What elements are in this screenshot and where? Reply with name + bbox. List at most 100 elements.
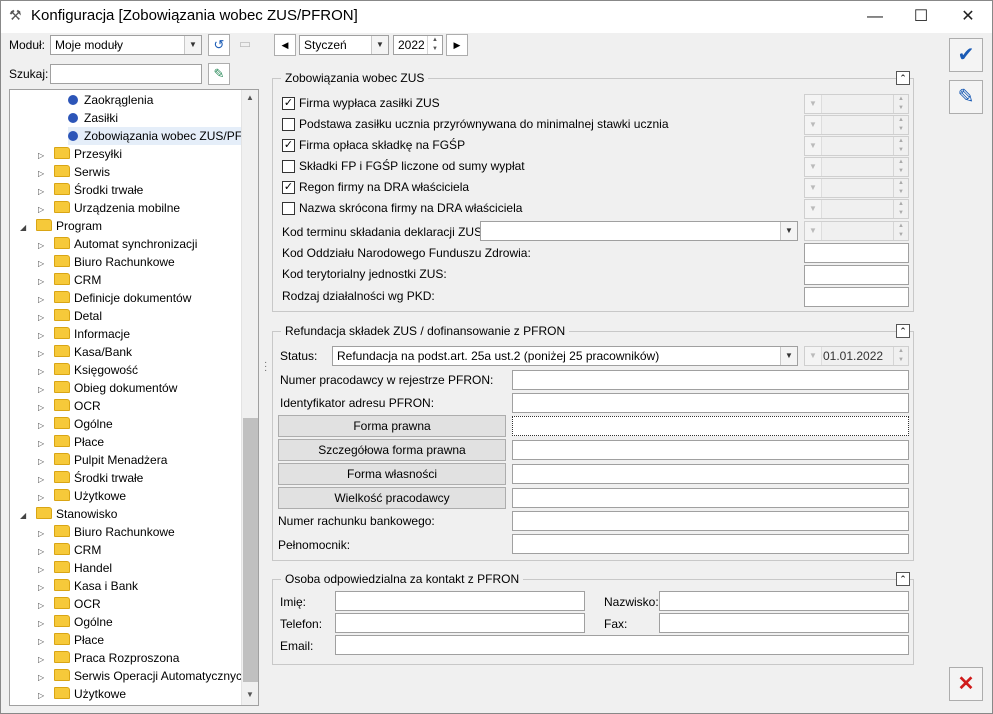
scroll-down-icon[interactable]: ▼: [242, 687, 258, 703]
zus-checkbox-label[interactable]: Nazwa skrócona firmy na DRA właściciela: [299, 201, 522, 215]
pelnomocnik-input[interactable]: [512, 534, 909, 554]
nazwisko-input[interactable]: [659, 591, 909, 611]
module-action-icon[interactable]: ↺: [208, 34, 230, 56]
tree-scrollbar[interactable]: ▲ ▼: [241, 90, 258, 705]
tree-item[interactable]: ▷ Biuro Rachunkowe: [38, 253, 175, 271]
tree-item[interactable]: ▷ Kasa i Bank: [38, 577, 138, 595]
app-icon: ⚒: [9, 7, 22, 23]
tree-item[interactable]: ▷ Urządzenia mobilne: [38, 199, 180, 217]
szczegolowa-forma-prawna-button[interactable]: Szczegółowa forma prawna: [278, 439, 506, 461]
chevron-down-icon[interactable]: ▼: [780, 222, 797, 240]
tree-item[interactable]: ◢ Stanowisko: [20, 505, 117, 523]
zus-checkbox[interactable]: ✓: [282, 97, 295, 110]
tree-item[interactable]: Zasiłki: [68, 109, 118, 127]
save-button[interactable]: ✔: [949, 38, 983, 72]
tree-item[interactable]: ▷ Serwis Operacji Automatycznych: [38, 667, 249, 685]
tree-item[interactable]: ▷ Płace: [38, 433, 104, 451]
year-spin-buttons[interactable]: ▲ ▼: [427, 36, 442, 54]
tree-item[interactable]: ▷ Pulpit Menadżera: [38, 451, 167, 469]
minimize-button[interactable]: —: [852, 1, 898, 33]
szczegolowa-forma-prawna-input[interactable]: [512, 440, 909, 460]
tree-item[interactable]: ▷ CRM: [38, 271, 101, 289]
scroll-up-icon[interactable]: ▲: [242, 90, 258, 106]
tree-item[interactable]: ▷ Informacje: [38, 325, 130, 343]
forma-wlasnosci-input[interactable]: [512, 464, 909, 484]
kod-terminu-select[interactable]: ▼: [480, 221, 798, 241]
tree-item[interactable]: ▷ Detal: [38, 307, 102, 325]
expanded-arrow-icon[interactable]: ◢: [20, 219, 30, 237]
collapse-contact-icon[interactable]: ⌃: [896, 572, 910, 586]
status-select[interactable]: Refundacja na podst.art. 25a ust.2 (poni…: [332, 346, 798, 366]
close-window-button[interactable]: ✕: [945, 1, 991, 33]
cancel-button[interactable]: ✕: [949, 667, 983, 701]
chevron-down-icon[interactable]: ▼: [780, 347, 797, 365]
tree-item[interactable]: ▷ OCR: [38, 397, 101, 415]
zus-checkbox[interactable]: ✓: [282, 139, 295, 152]
zus-checkbox-label[interactable]: Firma wypłaca zasiłki ZUS: [299, 96, 440, 110]
zus-checkbox-label[interactable]: Regon firmy na DRA właściciela: [299, 180, 469, 194]
forma-prawna-button[interactable]: Forma prawna: [278, 415, 506, 437]
expand-arrow-icon[interactable]: ▷: [38, 687, 48, 705]
email-input[interactable]: [335, 635, 909, 655]
tree-item[interactable]: ▷ Praca Rozproszona: [38, 649, 179, 667]
tree-item[interactable]: ▷ Biuro Rachunkowe: [38, 523, 175, 541]
kod-nfz-input[interactable]: [804, 243, 909, 263]
maximize-button[interactable]: ☐: [898, 1, 944, 33]
tree-item[interactable]: ▷ OCR: [38, 595, 101, 613]
identyfikator-input[interactable]: [512, 393, 909, 413]
zus-checkbox[interactable]: ✓: [282, 181, 295, 194]
fax-input[interactable]: [659, 613, 909, 633]
tree-item[interactable]: ▷ Serwis: [38, 163, 110, 181]
wielkosc-pracodawcy-input[interactable]: [512, 488, 909, 508]
chevron-down-icon[interactable]: ▼: [371, 36, 388, 54]
forma-wlasnosci-button[interactable]: Forma własności: [278, 463, 506, 485]
zus-checkbox-label[interactable]: Składki FP i FGŚP liczone od sumy wypłat: [299, 159, 525, 173]
tree-item[interactable]: ▷ Środki trwałe: [38, 469, 143, 487]
edit-button[interactable]: ✎: [949, 80, 983, 114]
telefon-input[interactable]: [335, 613, 585, 633]
numer-pracodawcy-input[interactable]: [512, 370, 909, 390]
collapse-zus-icon[interactable]: ⌃: [896, 71, 910, 85]
tree-item[interactable]: Zobowiązania wobec ZUS/PF...: [68, 127, 255, 145]
tree-item[interactable]: ▷ Płace: [38, 631, 104, 649]
tree-item[interactable]: ▷ Użytkowe: [38, 487, 126, 505]
year-spinner[interactable]: 2022 ▲ ▼: [393, 35, 443, 55]
next-period-button[interactable]: ▶: [446, 34, 468, 56]
zus-checkbox-label[interactable]: Firma opłaca składkę na FGŚP: [299, 138, 465, 152]
tree-item[interactable]: ▷ Definicje dokumentów: [38, 289, 191, 307]
zus-checkbox-label[interactable]: Podstawa zasiłku ucznia przyrównywana do…: [299, 117, 669, 131]
tree-item[interactable]: Zaokrąglenia: [68, 91, 153, 109]
prev-period-button[interactable]: ◀: [274, 34, 296, 56]
imie-input[interactable]: [335, 591, 585, 611]
tree-item[interactable]: ▷ Ogólne: [38, 415, 113, 433]
pkd-input[interactable]: [804, 287, 909, 307]
module-select[interactable]: Moje moduły ▼: [50, 35, 202, 55]
zus-checkbox[interactable]: [282, 160, 295, 173]
rachunek-input[interactable]: [512, 511, 909, 531]
kod-zus-input[interactable]: [804, 265, 909, 285]
forma-prawna-input[interactable]: [512, 416, 909, 436]
tree-item[interactable]: ▷ Przesyłki: [38, 145, 122, 163]
tree-item[interactable]: ▷ Ogólne: [38, 613, 113, 631]
tree-item[interactable]: ▷ Użytkowe: [38, 685, 126, 703]
tree-item[interactable]: ▷ CRM: [38, 541, 101, 559]
expanded-arrow-icon[interactable]: ◢: [20, 507, 30, 525]
search-brush-icon[interactable]: ✎: [208, 63, 230, 85]
tree-item[interactable]: ▷ Handel: [38, 559, 112, 577]
wielkosc-pracodawcy-button[interactable]: Wielkość pracodawcy: [278, 487, 506, 509]
tree-item[interactable]: ◢ Program: [20, 217, 102, 235]
tree-item[interactable]: ▷ Obieg dokumentów: [38, 379, 177, 397]
tree-item[interactable]: ▷ Automat synchronizacji: [38, 235, 197, 253]
search-input[interactable]: [50, 64, 202, 84]
scroll-thumb[interactable]: [243, 418, 258, 682]
zus-checkbox[interactable]: [282, 202, 295, 215]
zus-checkbox[interactable]: [282, 118, 295, 131]
splitter-grip-icon[interactable]: · · ·: [264, 358, 268, 376]
chevron-down-icon[interactable]: ▼: [184, 36, 201, 54]
tree-item[interactable]: ▷ Księgowość: [38, 361, 138, 379]
contact-group-title: Osoba odpowiedzialna za kontakt z PFRON: [281, 572, 524, 586]
month-select[interactable]: Styczeń ▼: [299, 35, 389, 55]
collapse-pfron-icon[interactable]: ⌃: [896, 324, 910, 338]
tree-item[interactable]: ▷ Środki trwałe: [38, 181, 143, 199]
tree-item[interactable]: ▷ Kasa/Bank: [38, 343, 132, 361]
